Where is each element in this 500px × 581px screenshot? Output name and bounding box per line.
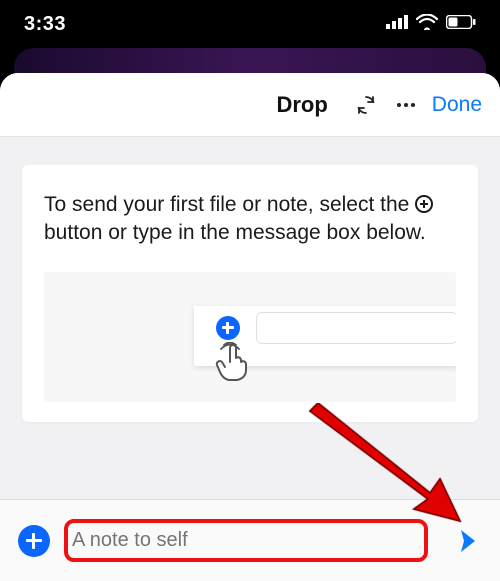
- instruction-post: button or type in the message box below.: [44, 221, 426, 244]
- more-button[interactable]: [386, 93, 426, 117]
- onboarding-card: To send your first file or note, select …: [22, 165, 478, 422]
- note-input[interactable]: [72, 529, 420, 552]
- status-icons: [386, 14, 476, 35]
- composer-bar: [0, 499, 500, 581]
- battery-icon: [446, 15, 476, 34]
- send-icon: [446, 525, 478, 557]
- note-input-highlight: [64, 519, 428, 562]
- illustration-input: [256, 312, 456, 344]
- add-button[interactable]: [18, 525, 50, 557]
- signal-icon: [386, 15, 408, 34]
- illustration: [44, 272, 456, 402]
- instruction-text: To send your first file or note, select …: [44, 191, 456, 248]
- done-button[interactable]: Done: [432, 93, 482, 117]
- status-bar: 3:33: [0, 0, 500, 48]
- illustration-plus-icon: [216, 316, 240, 340]
- sheet: Drop Done To send your first file or not…: [0, 73, 500, 581]
- wifi-icon: [416, 14, 438, 35]
- nav-title: Drop: [276, 92, 327, 118]
- sync-icon: [354, 93, 378, 117]
- nav-bar: Drop Done: [0, 73, 500, 137]
- tap-gesture-icon: [214, 342, 250, 387]
- sync-button[interactable]: [346, 93, 386, 117]
- status-time: 3:33: [24, 13, 66, 36]
- plus-inline-icon: [415, 195, 433, 213]
- instruction-pre: To send your first file or note, select …: [44, 193, 415, 216]
- send-button[interactable]: [442, 521, 482, 561]
- more-icon: [394, 93, 418, 117]
